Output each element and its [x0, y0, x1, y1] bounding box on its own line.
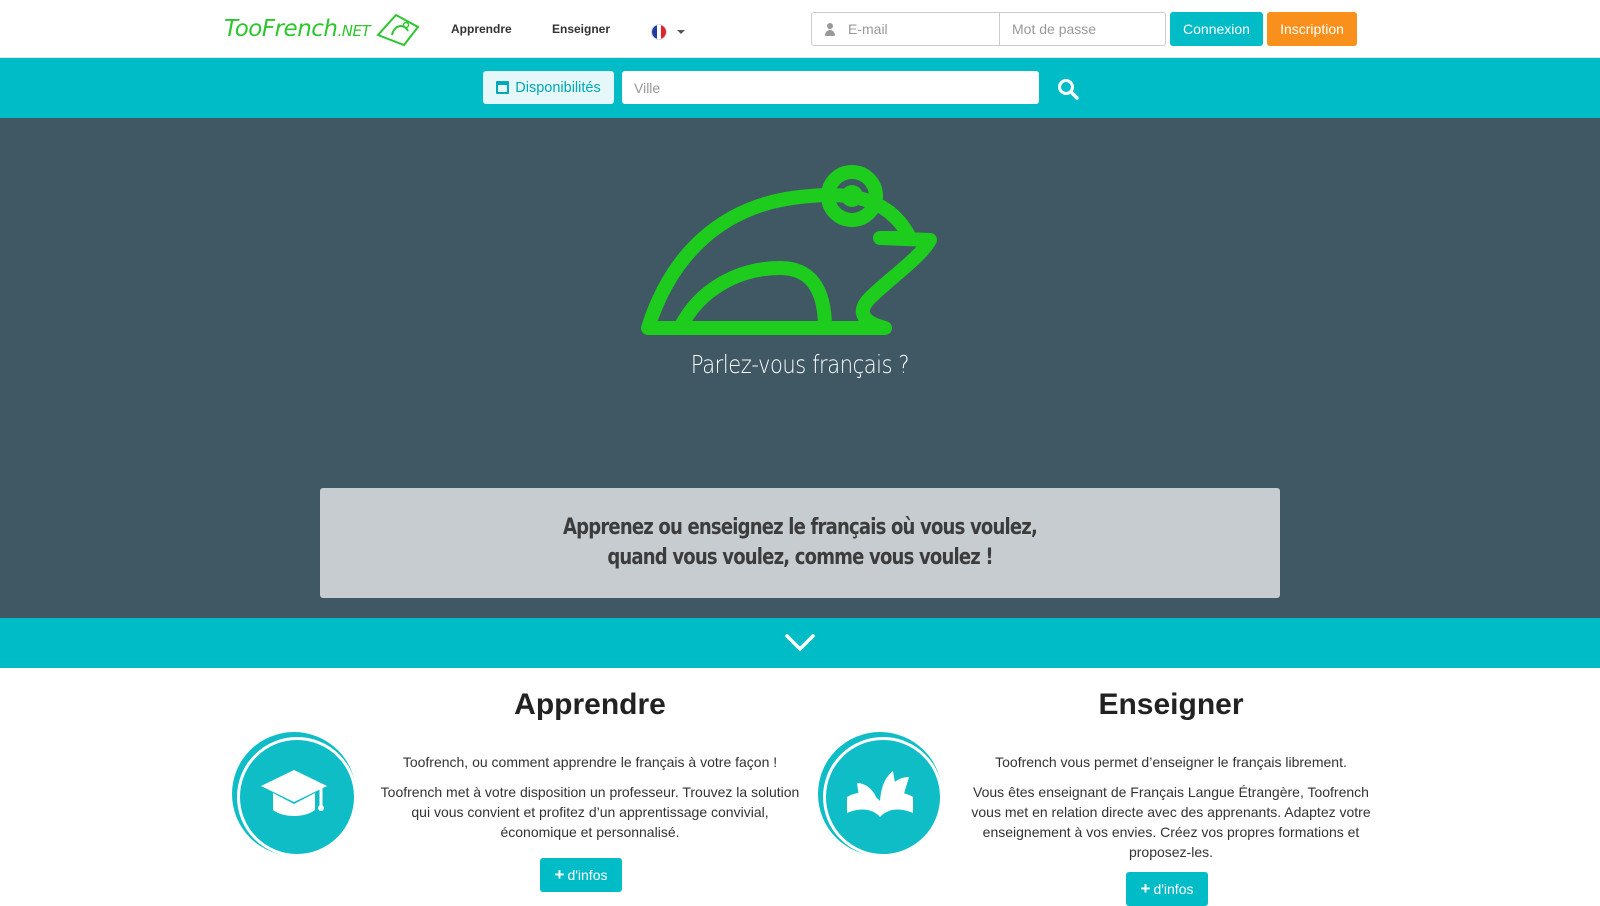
teach-feature: Enseigner Toofrench vous permet d’enseig…	[806, 668, 1406, 906]
teach-title: Enseigner	[1098, 688, 1244, 721]
logo-text: TooFrench.NET	[224, 16, 371, 42]
frog-illustration-icon	[641, 165, 937, 335]
chevron-down-icon[interactable]	[785, 634, 815, 652]
calendar-icon	[496, 81, 510, 94]
caret-down-icon	[677, 30, 685, 34]
learn-lead: Toofrench, ou comment apprendre le franç…	[402, 754, 778, 770]
banner-line-2: quand vous voulez, comme vous voulez !	[607, 545, 993, 570]
language-selector[interactable]	[651, 24, 685, 40]
signup-button[interactable]: Inscription	[1267, 12, 1357, 46]
teach-more-button[interactable]: + d'infos	[1126, 872, 1208, 906]
banner-line-1: Apprenez ou enseignez le français où vou…	[563, 515, 1038, 540]
user-icon	[824, 22, 836, 36]
hero-tagline: Parlez-vous français ?	[690, 350, 910, 379]
password-placeholder: Mot de passe	[1012, 21, 1097, 37]
learn-more-label: d'infos	[567, 867, 608, 883]
frog-logo-icon	[376, 13, 420, 47]
login-button[interactable]: Connexion	[1170, 12, 1263, 46]
search-icon[interactable]	[1057, 78, 1079, 100]
learn-feature: Apprendre Toofrench, ou comment apprendr…	[220, 668, 820, 900]
teach-badge	[818, 732, 943, 857]
email-field[interactable]: E-mail	[811, 12, 1000, 46]
top-navbar: TooFrench.NET Apprendre Enseigner E-mail…	[0, 0, 1600, 58]
password-field[interactable]: Mot de passe	[1000, 12, 1166, 46]
availability-button[interactable]: Disponibilités	[483, 71, 614, 104]
learn-more-button[interactable]: + d'infos	[540, 858, 622, 892]
learn-title: Apprendre	[514, 688, 666, 721]
email-placeholder: E-mail	[848, 21, 888, 37]
scroll-down-bar	[0, 618, 1600, 668]
learn-description: Toofrench met à votre disposition un pro…	[380, 784, 800, 840]
learn-badge	[232, 732, 357, 857]
open-book-icon	[847, 771, 913, 817]
hero-banner: Apprenez ou enseignez le français où vou…	[320, 488, 1280, 598]
site-logo[interactable]: TooFrench.NET	[224, 8, 420, 50]
plus-icon: +	[554, 865, 565, 884]
teach-description: Vous êtes enseignant de Français Langue …	[971, 784, 1371, 860]
hero-section: Parlez-vous français ? Apprenez ou ensei…	[0, 118, 1600, 618]
nav-learn-link[interactable]: Apprendre	[451, 22, 512, 36]
city-placeholder: Ville	[634, 79, 661, 96]
login-form: E-mail Mot de passe Connexion Inscriptio…	[811, 12, 1357, 46]
search-bar: Disponibilités Ville	[0, 58, 1600, 118]
french-flag-icon	[651, 24, 667, 40]
teach-lead: Toofrench vous permet d’enseigner le fra…	[995, 754, 1347, 770]
graduation-cap-icon	[261, 770, 327, 816]
availability-label: Disponibilités	[515, 79, 601, 96]
teach-more-label: d'infos	[1153, 881, 1194, 897]
nav-teach-link[interactable]: Enseigner	[552, 22, 610, 36]
plus-icon: +	[1140, 879, 1151, 898]
city-input[interactable]: Ville	[622, 71, 1039, 104]
